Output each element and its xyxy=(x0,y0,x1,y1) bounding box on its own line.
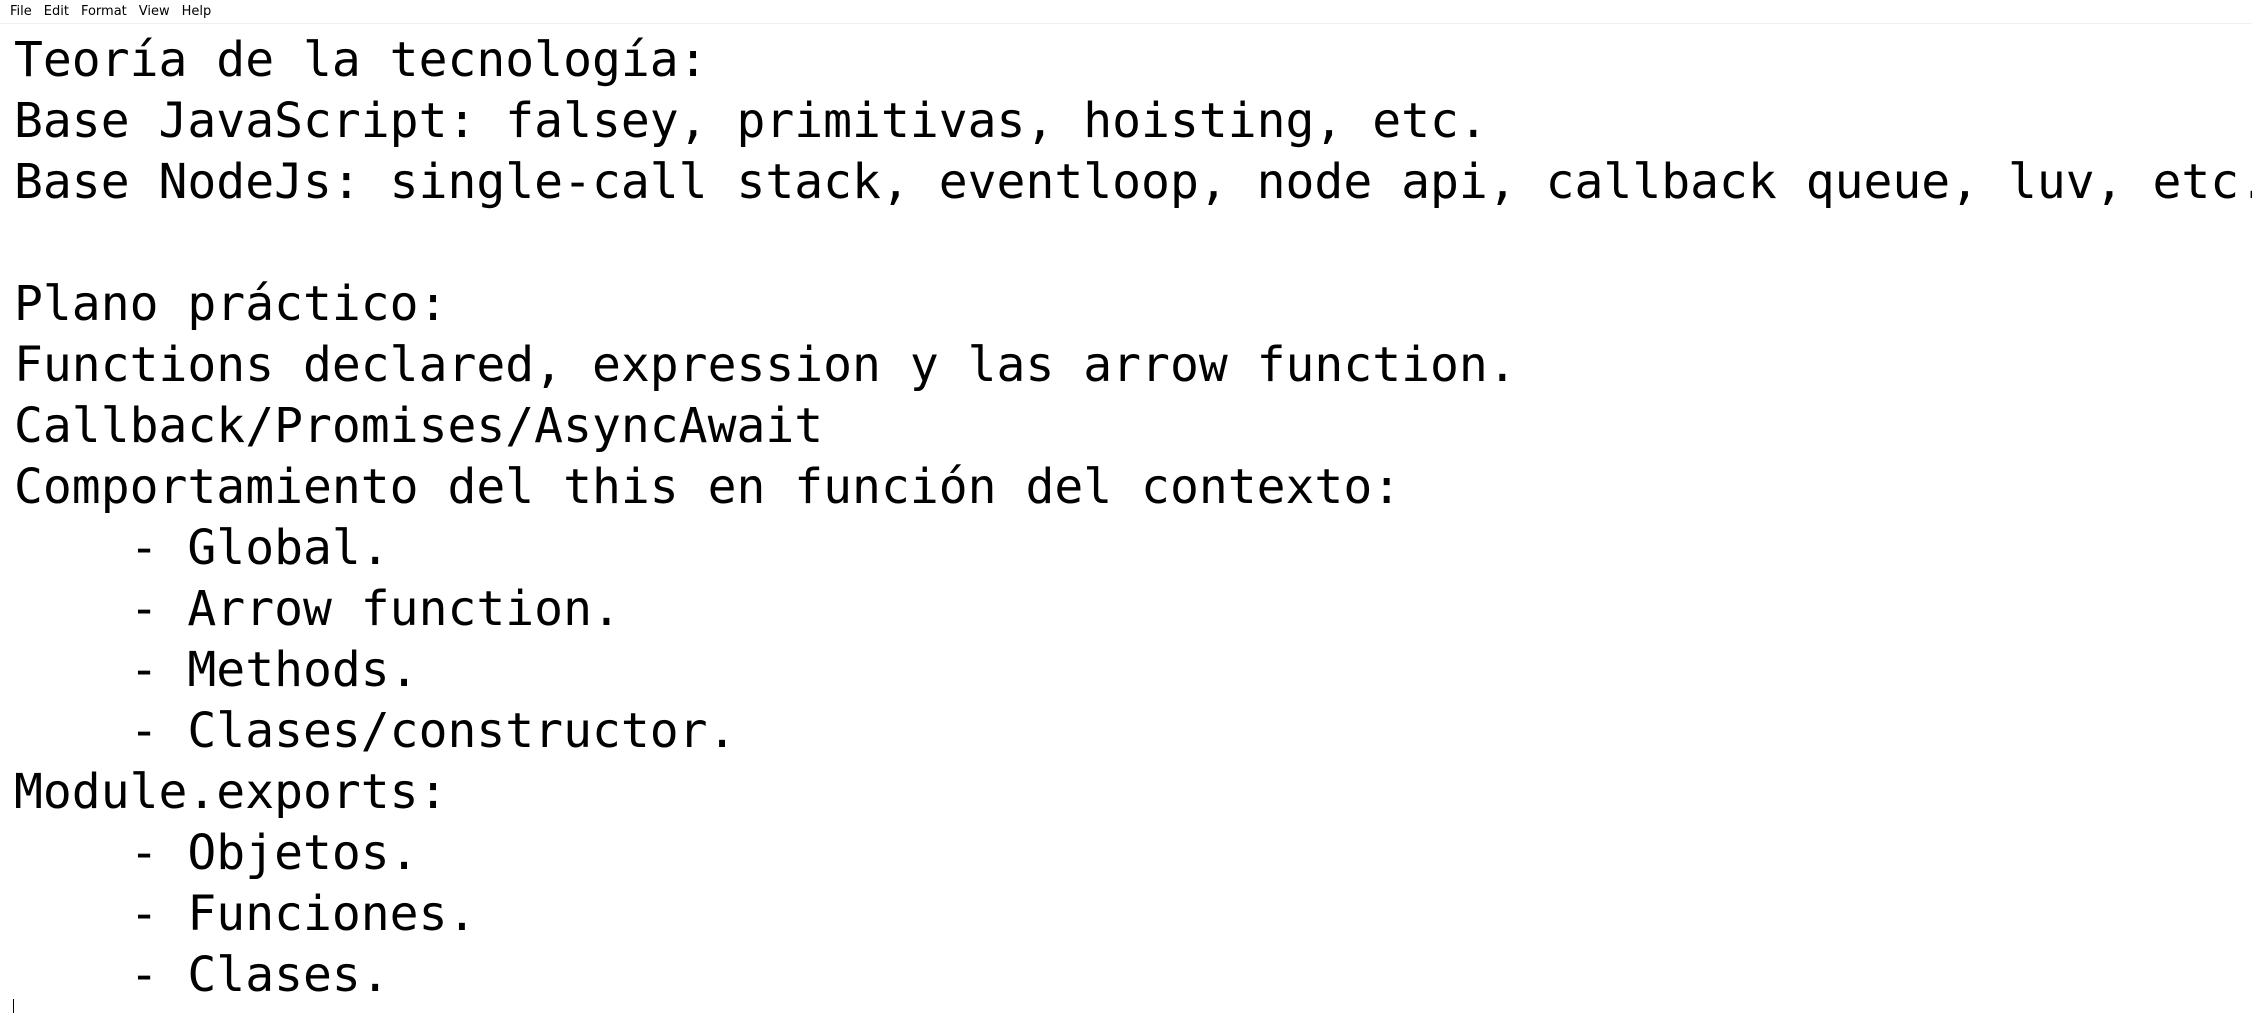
text-cursor xyxy=(13,999,14,1013)
text-line: Comportamiento del this en función del c… xyxy=(14,459,1402,515)
text-line: Base JavaScript: falsey, primitivas, hoi… xyxy=(14,93,1488,149)
text-line: Plano práctico: xyxy=(14,276,448,332)
text-line: - Objetos. xyxy=(14,825,419,881)
text-line: Callback/Promises/AsyncAwait xyxy=(14,398,824,454)
menu-view[interactable]: View xyxy=(133,1,176,23)
text-line: - Global. xyxy=(14,520,390,576)
text-line: - Funciones. xyxy=(14,886,477,942)
menu-bar: File Edit Format View Help xyxy=(0,0,2252,24)
text-line: Module.exports: xyxy=(14,764,448,820)
menu-edit[interactable]: Edit xyxy=(38,1,75,23)
text-line: - Methods. xyxy=(14,642,419,698)
text-line: Functions declared, expression y las arr… xyxy=(14,337,1517,393)
text-line xyxy=(14,213,2252,274)
text-line: - Arrow function. xyxy=(14,581,621,637)
text-line: - Clases. xyxy=(14,947,390,1003)
text-line: Base NodeJs: single-call stack, eventloo… xyxy=(14,154,2252,210)
text-line: Teoría de la tecnología: xyxy=(14,32,708,88)
menu-format[interactable]: Format xyxy=(75,1,133,23)
menu-help[interactable]: Help xyxy=(176,1,218,23)
menu-file[interactable]: File xyxy=(4,1,38,23)
text-line: - Clases/constructor. xyxy=(14,703,737,759)
text-editor-area[interactable]: Teoría de la tecnología: Base JavaScript… xyxy=(0,24,2252,1014)
